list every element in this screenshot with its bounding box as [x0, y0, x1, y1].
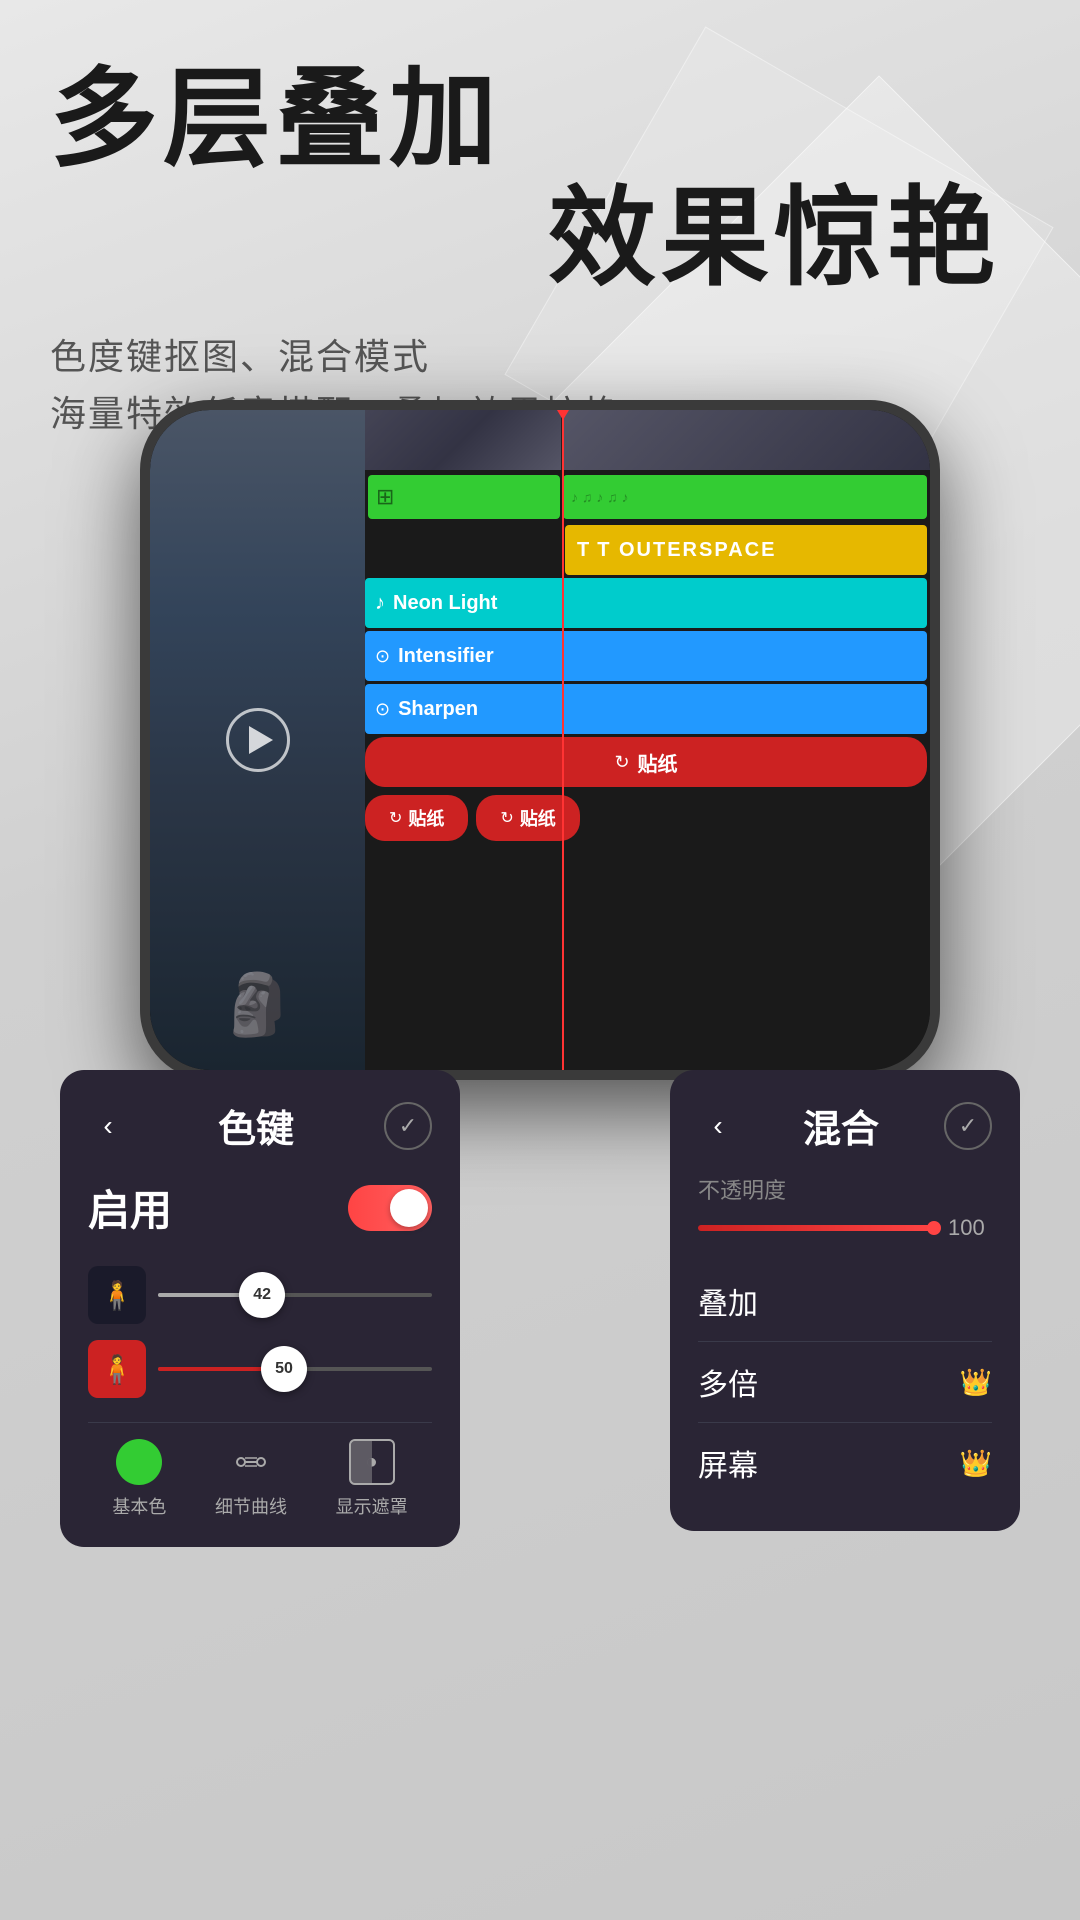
mix-option-overlay[interactable]: 叠加: [698, 1261, 992, 1342]
mix-header: ‹ 混合 ✓: [698, 1098, 992, 1153]
sharpen-icon: ⊙: [375, 699, 390, 720]
phone-mockup: 🗿 ⊞ ♪ ♫ ♪ ♫ ♪: [140, 400, 940, 1080]
opacity-label: 不透明度: [698, 1173, 992, 1205]
intensifier-label: Intensifier: [398, 645, 494, 668]
bottom-tools: 基本色 细节曲线 ◑ 显示遮罩: [88, 1422, 432, 1519]
sticker-label-2: 贴纸: [520, 805, 556, 831]
curves-svg: [231, 1442, 271, 1482]
base-color-icon: [116, 1439, 162, 1485]
base-color-label: 基本色: [112, 1493, 166, 1519]
mix-back-button[interactable]: ‹: [698, 1106, 738, 1146]
playhead: [562, 410, 564, 1070]
slider-1-container[interactable]: 42: [158, 1273, 432, 1317]
slider-2-container[interactable]: 50: [158, 1347, 432, 1391]
thumb-dark-1: 🧍: [88, 1266, 146, 1324]
sticker-btn-1[interactable]: ↻ 贴纸: [365, 795, 468, 841]
person-icon-dark: 🧍: [100, 1279, 135, 1312]
subtitle-line1: 色度键抠图、混合模式: [50, 328, 1030, 386]
toggle-knob: [390, 1189, 428, 1227]
tool-base-color[interactable]: 基本色: [112, 1439, 166, 1519]
volume-button: [140, 560, 142, 615]
sticker-icon-1: ↻: [389, 808, 402, 828]
playhead-tip: [557, 410, 569, 420]
preview-panel: 🗿: [150, 410, 365, 1070]
mix-panel: ‹ 混合 ✓ 不透明度 100 叠加 多倍 👑 屏幕 👑: [670, 1070, 1020, 1531]
mask-symbol: ◑: [366, 1451, 378, 1474]
film-icon: ⊞: [376, 484, 394, 510]
sticker-full-label: 贴纸: [638, 748, 678, 777]
title-line2: 效果惊艳: [50, 179, 1000, 298]
enable-toggle[interactable]: [348, 1185, 432, 1231]
green-track-right: ♪ ♫ ♪ ♫ ♪: [563, 475, 927, 519]
enable-row: 启用: [88, 1177, 432, 1238]
curves-icon: [228, 1439, 274, 1485]
mix-confirm-button[interactable]: ✓: [944, 1102, 992, 1150]
opacity-track: [698, 1225, 938, 1231]
music-icon: ♪: [375, 592, 385, 615]
overlay-label: 叠加: [698, 1279, 758, 1323]
stickers-row: ↻ 贴纸 ↻ 贴纸: [365, 792, 927, 844]
power-button: [934, 630, 940, 740]
sticker-icon-2: ↻: [500, 808, 513, 828]
figure-silhouette: 🗿: [220, 969, 295, 1040]
multiply-crown-icon: 👑: [960, 1367, 992, 1398]
outerspace-icon: T: [577, 539, 589, 562]
curves-label: 细节曲线: [215, 1493, 287, 1519]
tool-mask[interactable]: ◑ 显示遮罩: [336, 1439, 408, 1519]
color-key-confirm-button[interactable]: ✓: [384, 1102, 432, 1150]
neon-light-label: Neon Light: [393, 592, 497, 615]
color-key-back-button[interactable]: ‹: [88, 1106, 128, 1146]
phone-screen: 🗿 ⊞ ♪ ♫ ♪ ♫ ♪: [150, 410, 930, 1070]
play-icon: [249, 726, 273, 754]
mask-label: 显示遮罩: [336, 1493, 408, 1519]
color-key-header: ‹ 色键 ✓: [88, 1098, 432, 1153]
sticker-btn-2[interactable]: ↻ 贴纸: [476, 795, 579, 841]
sticker-full-track[interactable]: ↻ 贴纸: [365, 737, 927, 787]
thumb-right: [562, 410, 930, 470]
mix-option-multiply[interactable]: 多倍 👑: [698, 1342, 992, 1423]
color-key-title: 色键: [218, 1098, 294, 1153]
sharpen-label: Sharpen: [398, 698, 478, 721]
green-track: ⊞ ♪ ♫ ♪ ♫ ♪: [365, 472, 930, 522]
sharpen-track: ⊙ Sharpen: [365, 684, 927, 734]
opacity-section: 不透明度 100: [698, 1173, 992, 1241]
outerspace-track: T T OUTERSPACE: [565, 525, 927, 575]
thumb-red-2: 🧍: [88, 1340, 146, 1398]
neon-light-track: ♪ Neon Light: [365, 578, 927, 628]
video-track: [365, 410, 930, 470]
intensifier-icon: ⊙: [375, 646, 390, 667]
opacity-slider-row[interactable]: 100: [698, 1215, 992, 1241]
green-track-left: ⊞: [368, 475, 560, 519]
person-icon-red: 🧍: [100, 1353, 135, 1386]
title-line1: 多层叠加: [50, 60, 1030, 179]
sticker-label-1: 贴纸: [408, 805, 444, 831]
waveform: ♪ ♫ ♪ ♫ ♪: [571, 489, 629, 505]
mask-icon: ◑: [349, 1439, 395, 1485]
opacity-value: 100: [948, 1215, 992, 1241]
outerspace-label: T OUTERSPACE: [597, 539, 776, 562]
multiply-label: 多倍: [698, 1360, 758, 1404]
screen-label: 屏幕: [698, 1441, 758, 1485]
phone-dot: [140, 780, 146, 788]
mix-title: 混合: [803, 1098, 879, 1153]
slider-row-2: 🧍 50: [88, 1340, 432, 1398]
screen-crown-icon: 👑: [960, 1448, 992, 1479]
slider-row-1: 🧍 42: [88, 1266, 432, 1324]
thumb-left: [365, 410, 562, 470]
slider-1-thumb[interactable]: 42: [239, 1272, 285, 1318]
timeline-panel: ⊞ ♪ ♫ ♪ ♫ ♪ T T OUTERSPACE ♪ Neon Light …: [365, 410, 930, 1070]
color-key-panel: ‹ 色键 ✓ 启用 🧍 42 🧍: [60, 1070, 460, 1547]
enable-label: 启用: [88, 1177, 172, 1238]
sticker-refresh-icon: ↻: [614, 752, 629, 773]
mix-option-screen[interactable]: 屏幕 👑: [698, 1423, 992, 1503]
slider-2-thumb[interactable]: 50: [261, 1346, 307, 1392]
slider-1-track: [158, 1293, 432, 1297]
tool-curves[interactable]: 细节曲线: [215, 1439, 287, 1519]
intensifier-track: ⊙ Intensifier: [365, 631, 927, 681]
play-button[interactable]: [226, 708, 290, 772]
opacity-thumb: [927, 1221, 941, 1235]
